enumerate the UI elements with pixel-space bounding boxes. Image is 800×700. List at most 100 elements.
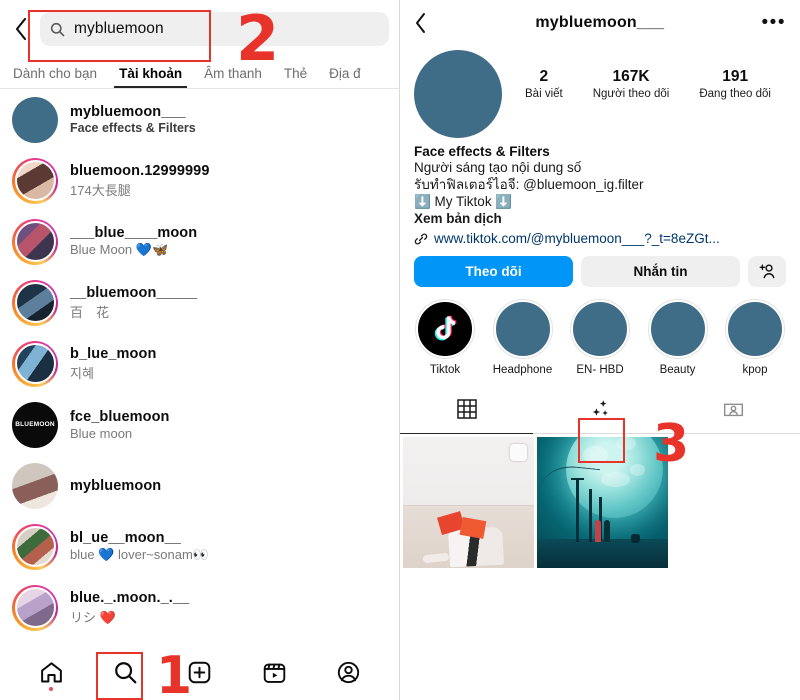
link-icon [414,232,428,246]
avatar[interactable] [12,279,58,326]
story-highlights: Tiktok Headphone EN- HBD Beauty kpop [400,287,800,376]
highlight-item[interactable]: Headphone [492,300,554,376]
list-item[interactable]: mybluemoon___ Face effects & Filters [0,89,399,150]
plus-square-icon[interactable] [180,652,220,692]
highlight-label: kpop [742,364,768,376]
highlight-cover[interactable] [648,300,707,358]
notification-dot [49,687,54,691]
effects-sparkles-icon [588,397,612,426]
stat-value: 191 [722,68,749,85]
profile-header: mybluemoon___ ••• [400,0,800,46]
bottom-navigation-bar [0,644,399,700]
post-thumbnail[interactable] [403,437,534,568]
avatar[interactable] [12,462,58,509]
highlight-cover[interactable] [571,300,629,358]
search-input-value: mybluemoon [74,20,164,37]
list-item[interactable]: BLUEMOON fce_bluemoon Blue moon [0,394,399,455]
page-title: mybluemoon___ [535,14,665,31]
tab-audio[interactable]: Âm thanh [193,66,273,88]
search-input[interactable]: mybluemoon [40,12,389,46]
tab-effects[interactable] [533,390,666,433]
stat-value: 167K [612,68,650,85]
stat-following[interactable]: 191 Đang theo dõi [699,68,771,100]
chevron-left-icon[interactable] [414,11,438,35]
search-icon[interactable] [106,652,146,692]
stat-posts[interactable]: 2 Bài viết [525,68,563,100]
highlight-item[interactable]: EN- HBD [569,300,631,376]
see-translation-link[interactable]: Xem bản dịch [414,210,786,227]
highlight-label: Headphone [492,364,553,376]
avatar[interactable] [12,96,58,143]
bio-display-name: Face effects & Filters [414,144,550,159]
stat-label: Bài viết [525,88,563,100]
list-item-username: b_lue_moon [70,345,157,362]
list-item-username: bluemoon.12999999 [70,162,210,179]
tab-for-you[interactable]: Dành cho bạn [2,66,108,88]
highlight-cover[interactable] [416,300,474,358]
more-options-icon[interactable]: ••• [762,13,786,32]
tab-tagged[interactable] [667,390,800,433]
list-item-subtitle: リシ ❤️ [70,609,116,625]
list-item-subtitle: 지혜 [70,365,94,381]
highlight-label: Tiktok [429,364,461,376]
profile-content-tabs [400,390,800,434]
profile-circle-icon[interactable] [329,652,369,692]
avatar[interactable] [12,157,58,204]
list-item[interactable]: bl_ue__moon__ blue 💙 lover~sonam👀 [0,516,399,577]
add-person-icon[interactable] [748,256,786,287]
post-thumbnail[interactable] [537,437,668,568]
tab-tags[interactable]: Thẻ [273,66,318,88]
avatar[interactable] [12,218,58,265]
highlight-cover[interactable] [493,300,552,358]
highlight-label: Beauty [659,364,696,376]
list-item[interactable]: mybluemoon [0,455,399,516]
list-item[interactable]: blue._.moon._.__ リシ ❤️ [0,577,399,638]
avatar[interactable] [12,340,58,387]
search-screen: mybluemoon Dành cho bạn Tài khoản Âm tha… [0,0,400,700]
bio-link-text: www.tiktok.com/@mybluemoon___?_t=8eZGt..… [434,231,720,246]
profile-action-buttons: Theo dõi Nhắn tin [400,246,800,287]
list-item-username: blue._.moon._.__ [70,589,190,606]
highlight-label: EN- HBD [576,364,624,376]
list-item-username: __bluemoon_____ [70,284,198,301]
highlight-cover[interactable] [726,300,784,358]
home-icon[interactable] [31,652,71,692]
avatar[interactable] [12,523,58,570]
list-item[interactable]: ___blue____moon Blue Moon 💙🦋 [0,211,399,272]
avatar[interactable] [414,50,502,138]
stat-label: Người theo dõi [592,88,670,100]
list-item[interactable]: bluemoon.12999999 174大長腿 [0,150,399,211]
search-bar-row: mybluemoon [0,0,399,58]
search-results-list[interactable]: mybluemoon___ Face effects & Filters blu… [0,89,399,644]
list-item-subtitle: 百 花 [70,304,110,320]
highlight-item[interactable]: Tiktok [414,300,476,376]
tab-posts[interactable] [400,390,534,434]
reels-icon[interactable] [254,652,294,692]
list-item-subtitle: Face effects & Filters [70,121,196,135]
list-item[interactable]: __bluemoon_____ 百 花 [0,272,399,333]
avatar[interactable]: BLUEMOON [12,401,58,448]
message-button[interactable]: Nhắn tin [581,256,740,287]
bio-line: ⬇️ My Tiktok ⬇️ [414,194,513,209]
stat-followers[interactable]: 167K Người theo dõi [593,68,670,100]
list-item[interactable]: b_lue_moon 지혜 [0,333,399,394]
avatar[interactable] [12,584,58,631]
screenshot-root: mybluemoon Dành cho bạn Tài khoản Âm tha… [0,0,800,700]
posts-grid [400,434,800,568]
profile-bio: Face effects & Filters Người sáng tạo nộ… [400,138,800,246]
chevron-left-icon[interactable] [8,14,34,44]
stat-value: 2 [539,68,549,85]
profile-screen: mybluemoon___ ••• 2 Bài viết 167K Người … [400,0,800,700]
profile-stats: 2 Bài viết 167K Người theo dõi 191 Đang … [502,50,786,100]
highlight-item[interactable]: Beauty [647,300,709,376]
follow-button[interactable]: Theo dõi [414,256,573,287]
bio-external-link[interactable]: www.tiktok.com/@mybluemoon___?_t=8eZGt..… [414,231,786,246]
tab-places[interactable]: Địa đ [318,66,362,88]
list-item-subtitle: 174大長腿 [70,182,131,198]
multi-post-icon [510,444,527,461]
list-item-subtitle: blue 💙 lover~sonam👀 [70,547,209,562]
search-icon [50,22,66,37]
tab-accounts[interactable]: Tài khoản [108,66,193,88]
highlight-item[interactable]: kpop [724,300,786,376]
list-item-username: mybluemoon [70,477,162,494]
